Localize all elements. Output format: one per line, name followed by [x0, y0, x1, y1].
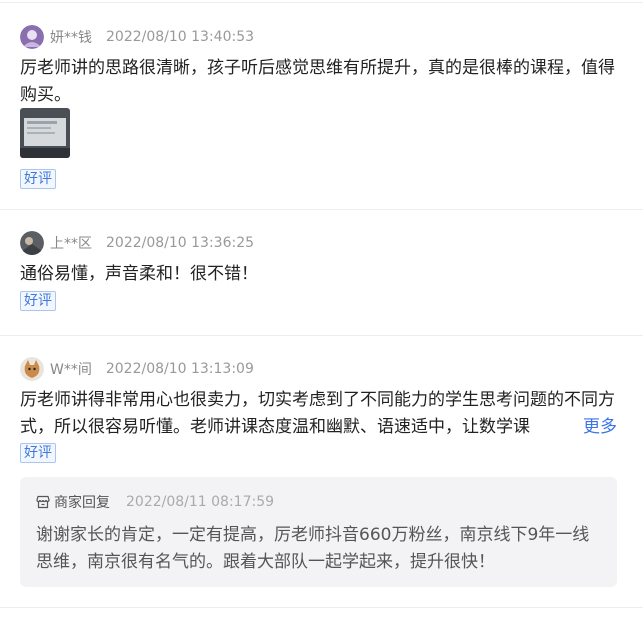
merchant-reply: 商家回复 2022/08/11 08:17:59 谢谢家长的肯定，一定有提高，厉… [20, 477, 617, 587]
merchant-reply-time: 2022/08/11 08:17:59 [126, 494, 275, 510]
review-time: 2022/08/10 13:36:25 [106, 235, 255, 251]
review-time: 2022/08/10 13:40:53 [106, 29, 255, 45]
user-name: W**间 [50, 362, 92, 378]
user-name: 上**区 [50, 236, 92, 252]
review-image[interactable] [20, 108, 70, 158]
user-avatar[interactable] [20, 231, 44, 255]
review-item: 上**区 2022/08/10 13:36:25 通俗易懂，声音柔和！很不错！ … [0, 210, 643, 336]
review-text: 通俗易懂，声音柔和！很不错！ [20, 264, 258, 284]
review-header: 上**区 2022/08/10 13:36:25 [20, 230, 254, 256]
merchant-reply-header: 商家回复 2022/08/11 08:17:59 [36, 492, 274, 512]
review-text: 厉老师讲的思路很清晰，孩子听后感觉思维有所提升，真的是很棒的课程，值得购买。 [20, 58, 615, 105]
user-avatar[interactable] [20, 25, 44, 49]
shop-icon [36, 495, 50, 509]
good-review-tag: 好评 [20, 169, 56, 189]
review-header: 妍**钱 2022/08/10 13:40:53 [20, 24, 254, 50]
more-link[interactable]: 更多 [565, 414, 617, 441]
merchant-reply-text: 谢谢家长的肯定，一定有提高，厉老师抖音660万粉丝，南京线下9年一线思维，南京很… [36, 525, 590, 572]
review-time: 2022/08/10 13:13:09 [105, 361, 254, 377]
good-review-tag: 好评 [20, 443, 56, 463]
review-item: W**间 2022/08/10 13:13:09 厉老师讲得非常用心也很卖力，切… [0, 336, 643, 608]
good-review-tag: 好评 [20, 291, 56, 311]
review-text: 厉老师讲得非常用心也很卖力，切实考虑到了不同能力的学生思考问题的不同方式，所以很… [20, 390, 615, 437]
user-name: 妍**钱 [50, 30, 92, 46]
review-item: 妍**钱 2022/08/10 13:40:53 厉老师讲的思路很清晰，孩子听后… [0, 0, 643, 210]
review-divider [0, 607, 643, 608]
user-avatar[interactable] [20, 357, 44, 381]
review-header: W**间 2022/08/10 13:13:09 [20, 356, 254, 382]
merchant-reply-label: 商家回复 [54, 495, 110, 511]
